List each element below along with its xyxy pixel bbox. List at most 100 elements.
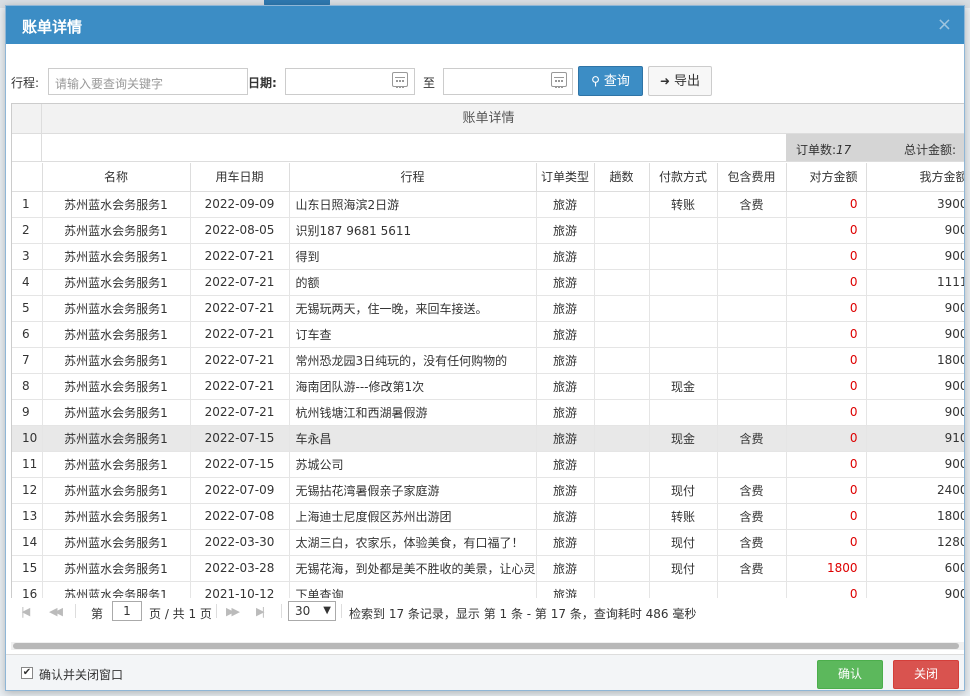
page-number-input[interactable]: 1 — [112, 601, 142, 621]
column-header[interactable] — [12, 163, 43, 192]
confirm-close-checkbox[interactable]: ✔ — [21, 667, 33, 679]
table-cell: 0 — [786, 269, 867, 296]
table-cell: 苏州蓝水会务服务1 — [42, 555, 191, 582]
page-label: 第 — [91, 607, 104, 621]
table-cell: 2 — [12, 217, 43, 244]
trip-search-input[interactable]: 请输入要查询关键字 — [48, 68, 248, 95]
table-row[interactable]: 7 苏州蓝水会务服务1 2022-07-21 常州恐龙园3日纯玩的，没有任何购物的 旅游… — [12, 347, 964, 374]
table-cell — [594, 243, 650, 270]
table-cell: 2022-07-08 — [190, 503, 290, 530]
table-cell: 苏州蓝水会务服务1 — [42, 321, 191, 348]
table-cell: 旅游 — [536, 477, 595, 504]
search-icon: ⚲ — [591, 74, 600, 88]
page-size-value: 30 — [295, 604, 311, 618]
table-cell — [594, 321, 650, 348]
close-icon[interactable]: × — [937, 14, 952, 35]
table-cell: 苏州蓝水会务服务1 — [42, 477, 191, 504]
next-page-icon[interactable]: ▶▶ — [226, 605, 242, 618]
summary-bar: 订单数:17 总计金额: — [12, 134, 964, 162]
column-header[interactable]: 包含费用 — [717, 163, 787, 192]
horizontal-scrollbar[interactable] — [11, 642, 964, 650]
table-header-row: 名称 用车日期 行程 订单类型 趟数 付款方式 包含费用 对方金额 我方金额 — [12, 163, 964, 192]
table-cell: 900 — [866, 217, 964, 244]
trip-label: 行程: — [11, 76, 40, 90]
column-header[interactable]: 行程 — [289, 163, 537, 192]
page-size-select[interactable]: 30 ▼ — [288, 601, 336, 621]
table-cell — [594, 269, 650, 296]
column-header[interactable]: 对方金额 — [786, 163, 867, 192]
table-cell: 0 — [786, 503, 867, 530]
order-count-value: 17 — [836, 143, 852, 157]
table-cell — [717, 373, 787, 400]
table-row[interactable]: 14 苏州蓝水会务服务1 2022-03-30 太湖三白，农家乐，体验美食，有口福了！… — [12, 529, 964, 556]
confirm-close-label: 确认并关闭窗口 — [39, 668, 124, 682]
table-cell: 2022-03-28 — [190, 555, 290, 582]
table-cell: 车永昌 — [289, 425, 537, 452]
export-button[interactable]: ➜ 导出 — [648, 66, 712, 96]
column-header[interactable]: 趟数 — [594, 163, 650, 192]
table-cell: 14 — [12, 529, 43, 556]
column-header[interactable]: 用车日期 — [190, 163, 290, 192]
table-row[interactable]: 13 苏州蓝水会务服务1 2022-07-08 上海迪士尼度假区苏州出游团 旅游 转账 含费… — [12, 503, 964, 530]
close-button[interactable]: 关闭 — [893, 660, 959, 689]
last-page-icon[interactable]: ▶| — [256, 605, 272, 618]
table-row[interactable]: 1 苏州蓝水会务服务1 2022-09-09 山东日照海滨2日游 旅游 转账 含费 0 3900 — [12, 191, 964, 218]
table-cell — [594, 451, 650, 478]
table-row[interactable]: 3苏州蓝水会务服务12022-07-21得到旅游 0900 — [12, 243, 964, 270]
calendar-icon[interactable] — [551, 72, 567, 88]
table-cell: 1 — [12, 191, 43, 218]
table-cell — [649, 347, 718, 374]
table-cell: 转账 — [649, 503, 718, 530]
table-cell: 2022-07-21 — [190, 321, 290, 348]
table-cell: 2022-07-21 — [190, 399, 290, 426]
table-cell: 苏州蓝水会务服务1 — [42, 191, 191, 218]
dialog-title: 账单详情 — [22, 18, 83, 36]
prev-page-icon[interactable]: ◀◀ — [49, 605, 65, 618]
column-header[interactable]: 付款方式 — [649, 163, 718, 192]
table-row[interactable]: 4 苏州蓝水会务服务1 2022-07-21 的额 旅游 0 1111 — [12, 269, 964, 296]
table-row[interactable]: 12 苏州蓝水会务服务1 2022-07-09 无锡拈花湾暑假亲子家庭游 旅游 现付 含费 0… — [12, 477, 964, 504]
table-cell: 旅游 — [536, 529, 595, 556]
table-row[interactable]: 8 苏州蓝水会务服务1 2022-07-21 海南团队游---修改第1次 旅游 现金 0 90… — [12, 373, 964, 400]
export-button-label: 导出 — [674, 74, 701, 89]
table-cell: 含费 — [717, 555, 787, 582]
chevron-down-icon: ▼ — [323, 605, 331, 616]
table-row[interactable]: 6苏州蓝水会务服务12022-07-21订车查旅游 0900 — [12, 321, 964, 348]
pager-divider — [281, 604, 282, 618]
summary-cells: 订单数:17 总计金额: — [786, 134, 964, 161]
table-cell: 上海迪士尼度假区苏州出游团 — [289, 503, 537, 530]
column-header[interactable]: 名称 — [42, 163, 191, 192]
table-row[interactable]: 5 苏州蓝水会务服务1 2022-07-21 无锡玩两天，住一晚，来回车接送。 旅游 0 9… — [12, 295, 964, 322]
column-header[interactable]: 订单类型 — [536, 163, 595, 192]
table-cell: 910 — [866, 425, 964, 452]
table-cell: 0 — [786, 529, 867, 556]
table-row[interactable]: 9苏州蓝水会务服务12022-07-21杭州钱塘江和西湖暑假游旅游 0900 — [12, 399, 964, 426]
scrollbar-thumb[interactable] — [13, 643, 959, 649]
table-cell: 现金 — [649, 373, 718, 400]
confirm-button[interactable]: 确认 — [817, 660, 883, 689]
table-cell — [594, 529, 650, 556]
table-cell: 900 — [866, 399, 964, 426]
calendar-icon[interactable] — [392, 72, 408, 88]
table-cell: 2022-07-21 — [190, 243, 290, 270]
pagination-bar: |◀ ◀◀ 第 1 页 / 共 1 页 ▶▶ ▶| 30 ▼ 检索到 17 条记录… — [11, 598, 964, 624]
table-cell — [594, 503, 650, 530]
table-row[interactable]: 15 苏州蓝水会务服务1 2022-03-28 无锡花海，到处都是美不胜收的美景，让心… — [12, 555, 964, 582]
table-row[interactable]: 11苏州蓝水会务服务12022-07-15苏城公司旅游 0900 — [12, 451, 964, 478]
table-cell: 6 — [12, 321, 43, 348]
table-row[interactable]: 2 苏州蓝水会务服务1 2022-08-05 识别187 9681 5611 旅游 0 90… — [12, 217, 964, 244]
table-row[interactable]: 10苏州蓝水会务服务12022-07-15车永昌旅游 现金含费0910 — [12, 425, 964, 452]
table-cell: 的额 — [289, 269, 537, 296]
table-cell — [649, 269, 718, 296]
first-page-icon[interactable]: |◀ — [21, 605, 37, 618]
table-cell: 旅游 — [536, 451, 595, 478]
query-button[interactable]: ⚲ 查询 — [578, 66, 643, 96]
column-header[interactable]: 我方金额 — [866, 163, 964, 192]
table-cell: 0 — [786, 295, 867, 322]
table-cell: 1800 — [866, 347, 964, 374]
table-cell: 12 — [12, 477, 43, 504]
query-button-label: 查询 — [603, 74, 630, 89]
table-cell — [717, 269, 787, 296]
dialog-header: 账单详情 × — [6, 6, 964, 44]
table-cell: 2022-07-21 — [190, 347, 290, 374]
